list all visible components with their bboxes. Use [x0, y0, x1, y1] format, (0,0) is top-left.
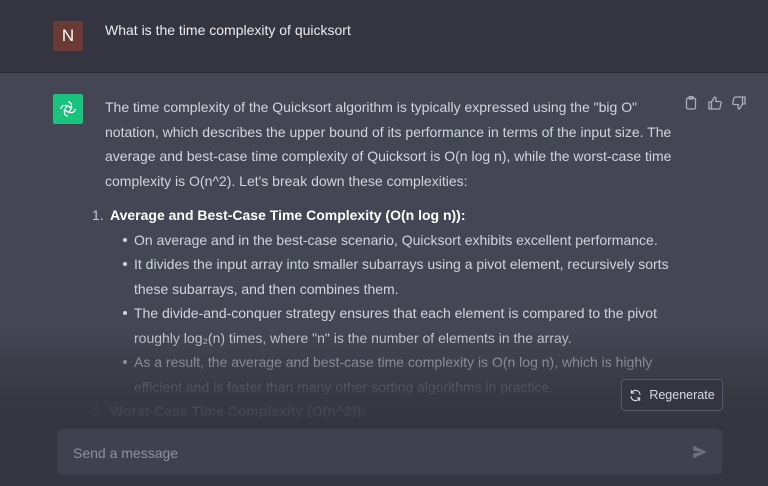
user-message-text: What is the time complexity of quicksort: [105, 22, 351, 38]
thumbs-up-icon[interactable]: [707, 95, 723, 111]
message-actions: [683, 95, 747, 111]
regenerate-button[interactable]: Regenerate: [621, 379, 723, 411]
user-avatar: N: [53, 21, 83, 51]
answer-intro: The time complexity of the Quicksort alg…: [105, 99, 672, 189]
list-item: 1. Average and Best-Case Time Complexity…: [92, 203, 677, 400]
list-number: 1.: [92, 207, 104, 223]
openai-logo-icon: [60, 101, 76, 117]
thumbs-down-icon[interactable]: [731, 95, 747, 111]
send-icon[interactable]: [691, 443, 709, 461]
bullet-item: The divide-and-conquer strategy ensures …: [123, 301, 677, 350]
user-message-row: N What is the time complexity of quickso…: [0, 0, 768, 73]
message-input[interactable]: [71, 442, 675, 464]
list-heading: Average and Best-Case Time Complexity (O…: [110, 207, 466, 223]
complexity-list: 1. Average and Best-Case Time Complexity…: [92, 203, 677, 424]
list-heading: Worst-Case Time Complexity (O(n^2)):: [110, 403, 366, 419]
clipboard-icon[interactable]: [683, 95, 699, 111]
message-composer: [57, 428, 723, 475]
assistant-avatar: [53, 94, 83, 124]
regenerate-label: Regenerate: [649, 388, 715, 402]
bullet-item: On average and in the best-case scenario…: [123, 228, 677, 253]
refresh-icon: [630, 389, 641, 401]
bullet-list: On average and in the best-case scenario…: [110, 228, 677, 400]
bullet-item: As a result, the average and best-case t…: [123, 350, 677, 399]
bullet-item: It divides the input array into smaller …: [123, 252, 677, 301]
assistant-answer: The time complexity of the Quicksort alg…: [92, 95, 677, 424]
